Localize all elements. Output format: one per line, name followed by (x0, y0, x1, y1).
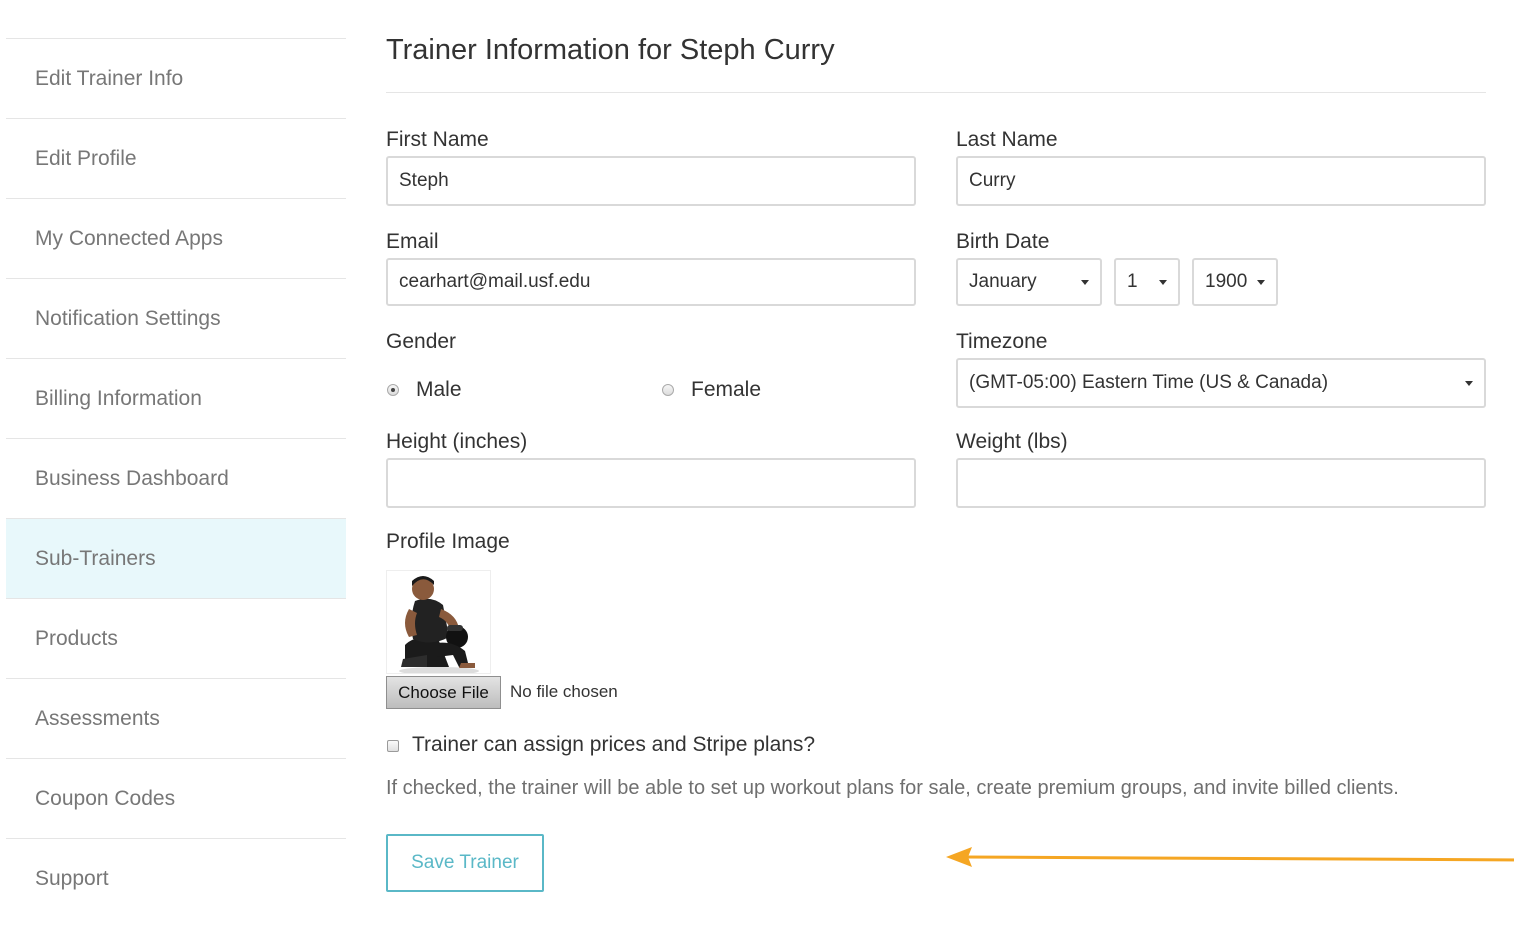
sidebar-item-edit-trainer-info[interactable]: Edit Trainer Info (6, 38, 346, 118)
gender-male-label: Male (416, 378, 462, 401)
height-field[interactable] (386, 458, 916, 508)
caret-down-icon (1081, 279, 1089, 285)
caret-down-icon (1465, 380, 1473, 386)
gender-female-radio[interactable]: Female (662, 378, 761, 402)
page-title: Trainer Information for Steph Curry (386, 34, 835, 66)
timezone-select[interactable]: (GMT-05:00) Eastern Time (US & Canada) (956, 358, 1486, 408)
sidebar-item-assessments[interactable]: Assessments (6, 678, 346, 758)
radio-checked-icon[interactable] (387, 384, 399, 396)
weight-field[interactable] (956, 458, 1486, 508)
radio-unchecked-icon[interactable] (662, 384, 674, 396)
last-name-field[interactable] (956, 156, 1486, 206)
birth-month-value: January (969, 271, 1037, 292)
gender-female-label: Female (691, 378, 762, 401)
email-field[interactable] (386, 258, 916, 306)
first-name-field[interactable] (386, 156, 916, 206)
sidebar-item-coupon-codes[interactable]: Coupon Codes (6, 758, 346, 838)
caret-down-icon (1257, 279, 1265, 285)
birth-day-value: 1 (1127, 271, 1138, 292)
sidebar-item-products[interactable]: Products (6, 598, 346, 678)
pricing-checkbox-label: Trainer can assign prices and Stripe pla… (412, 733, 816, 756)
last-name-label: Last Name (956, 128, 1058, 151)
profile-image-label: Profile Image (386, 530, 510, 553)
sidebar-item-notification-settings[interactable]: Notification Settings (6, 278, 346, 358)
birth-year-select[interactable]: 1900 (1192, 258, 1278, 306)
birth-month-select[interactable]: January (956, 258, 1102, 306)
gender-male-radio[interactable]: Male (387, 378, 462, 402)
birth-year-value: 1900 (1205, 271, 1248, 292)
title-divider (386, 92, 1486, 93)
pricing-help-text: If checked, the trainer will be able to … (386, 777, 1399, 799)
sidebar-item-business-dashboard[interactable]: Business Dashboard (6, 438, 346, 518)
sidebar: Edit Trainer Info Edit Profile My Connec… (6, 38, 346, 918)
avatar (386, 570, 491, 674)
avatar-illustration (399, 576, 479, 673)
timezone-label: Timezone (956, 330, 1048, 353)
birth-day-select[interactable]: 1 (1114, 258, 1180, 306)
weight-label: Weight (lbs) (956, 430, 1068, 453)
pricing-checkbox[interactable] (387, 740, 399, 752)
sidebar-item-billing-information[interactable]: Billing Information (6, 358, 346, 438)
sidebar-item-edit-profile[interactable]: Edit Profile (6, 118, 346, 198)
email-label: Email (386, 230, 439, 253)
file-status-text: No file chosen (510, 682, 618, 701)
gender-label: Gender (386, 330, 457, 353)
first-name-label: First Name (386, 128, 489, 151)
birth-date-label: Birth Date (956, 230, 1050, 253)
left-arrow-icon (946, 847, 1514, 867)
choose-file-button[interactable]: Choose File (386, 676, 501, 709)
sidebar-item-sub-trainers[interactable]: Sub-Trainers (6, 518, 346, 598)
caret-down-icon (1159, 279, 1167, 285)
timezone-value: (GMT-05:00) Eastern Time (US & Canada) (969, 372, 1329, 393)
height-label: Height (inches) (386, 430, 528, 453)
sidebar-item-support[interactable]: Support (6, 838, 346, 918)
sidebar-item-my-connected-apps[interactable]: My Connected Apps (6, 198, 346, 278)
save-trainer-button[interactable]: Save Trainer (386, 834, 544, 892)
